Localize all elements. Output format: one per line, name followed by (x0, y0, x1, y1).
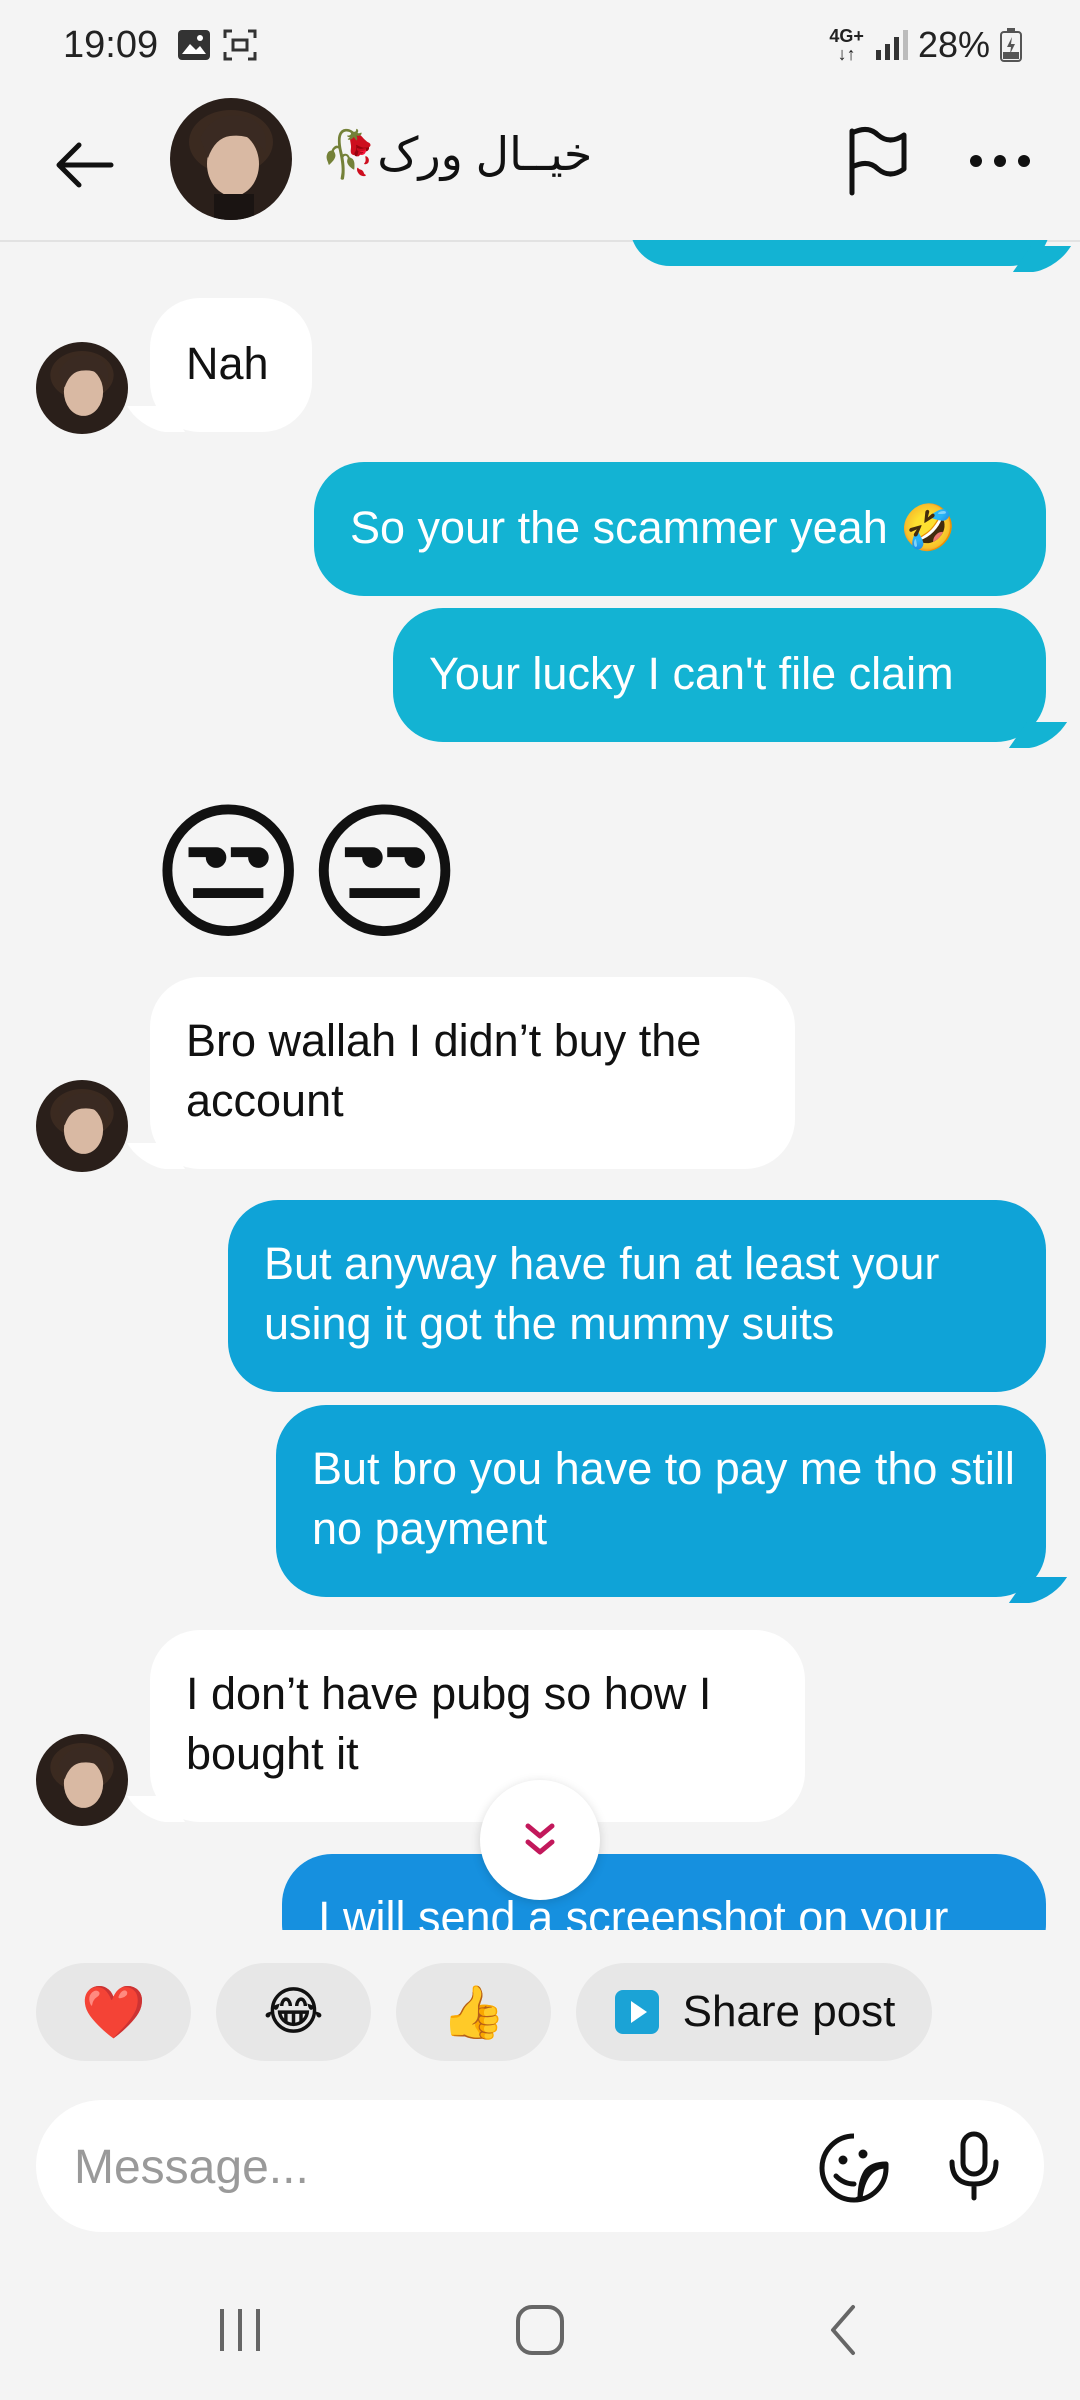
battery-icon (1000, 28, 1022, 62)
nav-back-icon[interactable] (805, 2295, 885, 2365)
message-bubble-outgoing[interactable]: So your the scammer yeah 🤣 (314, 462, 1046, 596)
scroll-to-bottom-button[interactable] (480, 1780, 600, 1900)
message-list[interactable]: Nah So your the scammer yeah 🤣 Your luck… (0, 240, 1080, 1930)
screenshot-notification-icon (223, 29, 257, 61)
sticker-icon[interactable] (816, 2130, 892, 2206)
network-indicator: 4G+ ↓↑ (829, 26, 864, 64)
emoji-message[interactable]: 😒😒 (150, 788, 463, 958)
message-avatar[interactable] (36, 1734, 128, 1826)
system-nav-bar (0, 2250, 1080, 2400)
quick-reactions: ❤️ 😂 👍 Share post (0, 1963, 1080, 2063)
share-post-button[interactable]: Share post (576, 1963, 932, 2061)
mic-icon[interactable] (936, 2128, 1012, 2204)
more-icon[interactable] (962, 123, 1038, 199)
status-right: 4G+ ↓↑ 28% (829, 24, 1022, 66)
battery-percent: 28% (917, 24, 990, 65)
message-input[interactable] (72, 2130, 776, 2204)
gallery-notification-icon (178, 30, 210, 60)
message-bubble-outgoing[interactable]: But anyway have fun at least your using … (228, 1200, 1046, 1392)
status-bar: 19:09 4G+ ↓↑ 28% (0, 0, 1080, 95)
signal-icon (875, 30, 908, 60)
message-composer (36, 2100, 1044, 2232)
message-bubble-outgoing[interactable]: I will send a screenshot on your (282, 1854, 1046, 1930)
recents-icon[interactable] (200, 2295, 280, 2365)
reaction-thumbs-button[interactable]: 👍 (396, 1963, 551, 2061)
message-bubble-incoming[interactable]: I don’t have pubg so how I bought it (150, 1630, 805, 1822)
message-avatar[interactable] (36, 1080, 128, 1172)
contact-name[interactable]: 🥀خیــال ⁩ورک⁦ (320, 127, 592, 182)
flag-icon[interactable] (838, 123, 914, 199)
status-time: 19:09 (63, 24, 159, 66)
message-bubble-outgoing[interactable]: Your lucky I can't file claim (393, 608, 1046, 742)
back-arrow-icon[interactable] (45, 125, 125, 205)
message-bubble-incoming[interactable]: Nah (150, 298, 312, 432)
reaction-heart-button[interactable]: ❤️ (36, 1963, 191, 2061)
message-avatar[interactable] (36, 342, 128, 434)
message-bubble-incoming[interactable]: Bro wallah I didn’t buy the account (150, 977, 795, 1169)
message-bubble-outgoing[interactable]: But bro you have to pay me tho still no … (276, 1405, 1046, 1597)
contact-avatar[interactable] (170, 98, 292, 220)
reaction-laugh-button[interactable]: 😂 (216, 1963, 371, 2061)
play-square-icon (614, 1990, 659, 2034)
message-bubble-partial[interactable] (630, 240, 1050, 266)
chevron-double-down-icon (525, 1823, 555, 1855)
chat-header: 🥀خیــال ⁩ورک⁦ (0, 95, 1080, 242)
home-icon[interactable] (500, 2295, 580, 2365)
